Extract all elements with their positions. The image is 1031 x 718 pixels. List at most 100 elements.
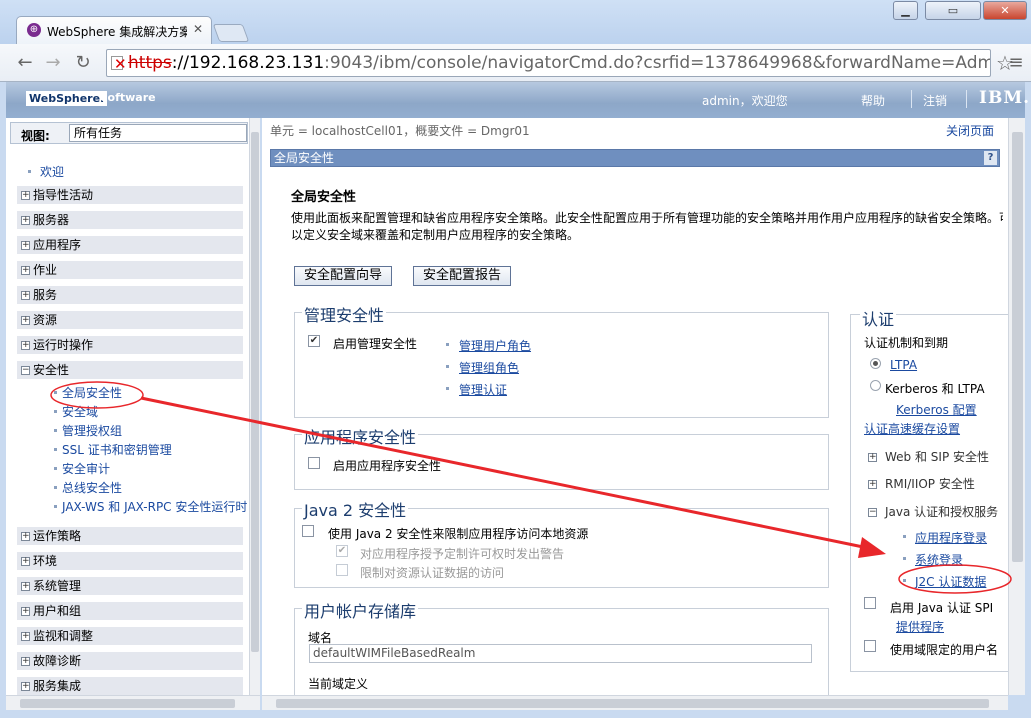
nav-section-13[interactable]: + 故障诊断 [16, 651, 244, 671]
security-nav-item-6[interactable]: JAX-WS 和 JAX-RPC 安全性运行时 [62, 498, 247, 515]
expand-icon[interactable]: + [21, 532, 30, 541]
expand-icon[interactable]: + [21, 216, 30, 225]
app-security-checkbox[interactable] [308, 457, 320, 469]
expand-icon[interactable]: + [868, 480, 877, 489]
nav-section-0[interactable]: + 指导性活动 [16, 185, 244, 205]
ltpa-link[interactable]: LTPA [890, 358, 917, 372]
collapse-icon[interactable]: − [21, 366, 30, 375]
system-login-link[interactable]: 系统登录 [915, 551, 963, 568]
security-nav-item-2[interactable]: 管理授权组 [62, 422, 122, 439]
nav-section-1[interactable]: + 服务器 [16, 210, 244, 230]
jaas-label[interactable]: Java 认证和授权服务 [885, 503, 998, 520]
nav-section-12[interactable]: + 监视和调整 [16, 626, 244, 646]
realm-qualified-checkbox[interactable] [864, 640, 876, 652]
nav-section-5[interactable]: + 资源 [16, 310, 244, 330]
expand-icon[interactable]: + [868, 453, 877, 462]
expand-icon[interactable]: + [21, 557, 30, 566]
maximize-button[interactable]: ▭ [925, 1, 981, 20]
expand-icon[interactable]: + [21, 582, 30, 591]
browser-tab[interactable]: ⊕ WebSphere 集成解决方案 ✕ [16, 16, 212, 44]
provider-link[interactable]: 提供程序 [896, 618, 944, 635]
close-button[interactable]: ✕ [983, 1, 1027, 20]
nav-section-10[interactable]: + 系统管理 [16, 576, 244, 596]
nav-section-11[interactable]: + 用户和组 [16, 601, 244, 621]
expand-icon[interactable]: + [21, 682, 30, 691]
nav-vertical-scrollbar[interactable] [249, 118, 260, 695]
nav-section-14[interactable]: + 服务集成 [16, 676, 244, 696]
back-arrow-icon[interactable]: ← [14, 52, 36, 74]
nav-horizontal-scrollbar[interactable] [6, 695, 260, 710]
tab-title: WebSphere 集成解决方案 [47, 25, 187, 39]
content-vertical-scrollbar[interactable] [1008, 118, 1025, 695]
java-auth-spi-checkbox[interactable] [864, 597, 876, 609]
expand-icon[interactable]: + [21, 607, 30, 616]
expand-icon[interactable]: + [21, 291, 30, 300]
portlet-title: 全局安全性 [274, 151, 335, 165]
expand-icon[interactable]: + [21, 191, 30, 200]
expand-icon[interactable]: + [21, 341, 30, 350]
warn-permissions-checkbox[interactable]: ✔ [336, 545, 348, 557]
insecure-x-icon: ✕ [114, 55, 127, 73]
nav-welcome[interactable]: 欢迎 [40, 163, 64, 180]
reload-icon[interactable]: ↻ [72, 52, 94, 74]
scroll-thumb[interactable] [251, 132, 259, 652]
nav-section-8[interactable]: + 运作策略 [16, 526, 244, 546]
admin-security-checkbox[interactable]: ✔ [308, 335, 320, 347]
auth-cache-link[interactable]: 认证高速缓存设置 [864, 420, 960, 437]
bullet-icon [28, 170, 31, 173]
help-icon[interactable]: ? [984, 151, 997, 165]
menu-icon[interactable]: ≡ [1005, 52, 1027, 74]
logout-link[interactable]: 注销 [923, 92, 947, 109]
restrict-access-checkbox[interactable] [336, 564, 348, 576]
scroll-thumb[interactable] [20, 699, 235, 708]
expand-icon[interactable]: + [21, 632, 30, 641]
minimize-button[interactable]: ▁ [893, 1, 918, 20]
security-nav-item-5[interactable]: 总线安全性 [62, 479, 122, 496]
java2-checkbox[interactable] [302, 525, 314, 537]
forward-arrow-icon[interactable]: → [42, 52, 64, 74]
expand-icon[interactable]: + [21, 266, 30, 275]
kerberos-radio[interactable] [870, 380, 881, 391]
nav-section-2[interactable]: + 应用程序 [16, 235, 244, 255]
app-login-link[interactable]: 应用程序登录 [915, 529, 987, 546]
security-report-button[interactable]: 安全配置报告 [413, 266, 511, 286]
scroll-thumb[interactable] [276, 699, 989, 708]
security-wizard-button[interactable]: 安全配置向导 [294, 266, 392, 286]
portlet-titlebar: 全局安全性 ? [270, 149, 1000, 167]
browser-toolbar: ← → ↻ ✕ https://192.168.23.131:9043/ibm/… [0, 44, 1031, 82]
new-tab-button[interactable] [212, 24, 250, 42]
kerberos-config-link[interactable]: Kerberos 配置 [896, 401, 977, 418]
scroll-thumb[interactable] [1012, 132, 1023, 562]
nav-section-9[interactable]: + 环境 [16, 551, 244, 571]
tab-close-icon[interactable]: ✕ [193, 22, 203, 36]
expand-icon[interactable]: + [21, 241, 30, 250]
realm-name-field[interactable]: defaultWIMFileBasedRealm [309, 644, 812, 663]
security-nav-item-4[interactable]: 安全审计 [62, 460, 110, 477]
nav-section-label: 系统管理 [33, 579, 82, 593]
web-sip-security[interactable]: Web 和 SIP 安全性 [885, 448, 989, 465]
admin-group-roles-link[interactable]: 管理组角色 [459, 359, 519, 376]
address-bar[interactable]: ✕ https://192.168.23.131:9043/ibm/consol… [106, 49, 991, 77]
nav-section-3[interactable]: + 作业 [16, 260, 244, 280]
ltpa-radio[interactable] [870, 358, 881, 369]
admin-auth-link[interactable]: 管理认证 [459, 381, 507, 398]
admin-user-roles-link[interactable]: 管理用户角色 [459, 337, 531, 354]
nav-section-label: 指导性活动 [33, 188, 94, 202]
close-page-link[interactable]: 关闭页面 [946, 122, 994, 139]
security-nav-item-0[interactable]: 全局安全性 [62, 384, 122, 401]
description-line: 使用此面板来配置管理和缺省应用程序安全策略。此安全性配置应用于所有管理功能的安全… [291, 211, 1003, 225]
expand-icon[interactable]: + [21, 316, 30, 325]
view-select[interactable]: 所有任务 [69, 124, 247, 142]
nav-section-4[interactable]: + 服务 [16, 285, 244, 305]
content-horizontal-scrollbar[interactable] [262, 695, 1008, 710]
rmi-iiop-security[interactable]: RMI/IIOP 安全性 [885, 475, 975, 492]
help-link[interactable]: 帮助 [861, 92, 885, 109]
nav-section-7[interactable]: − 安全性 [16, 360, 244, 380]
expand-icon[interactable]: + [21, 657, 30, 666]
j2c-auth-data-link[interactable]: J2C 认证数据 [915, 573, 986, 590]
nav-section-6[interactable]: + 运行时操作 [16, 335, 244, 355]
collapse-icon[interactable]: − [868, 508, 877, 517]
security-nav-item-3[interactable]: SSL 证书和密钥管理 [62, 441, 172, 458]
warn-permissions-label: 对应用程序授予定制许可权时发出警告 [360, 547, 565, 561]
security-nav-item-1[interactable]: 安全域 [62, 403, 98, 420]
